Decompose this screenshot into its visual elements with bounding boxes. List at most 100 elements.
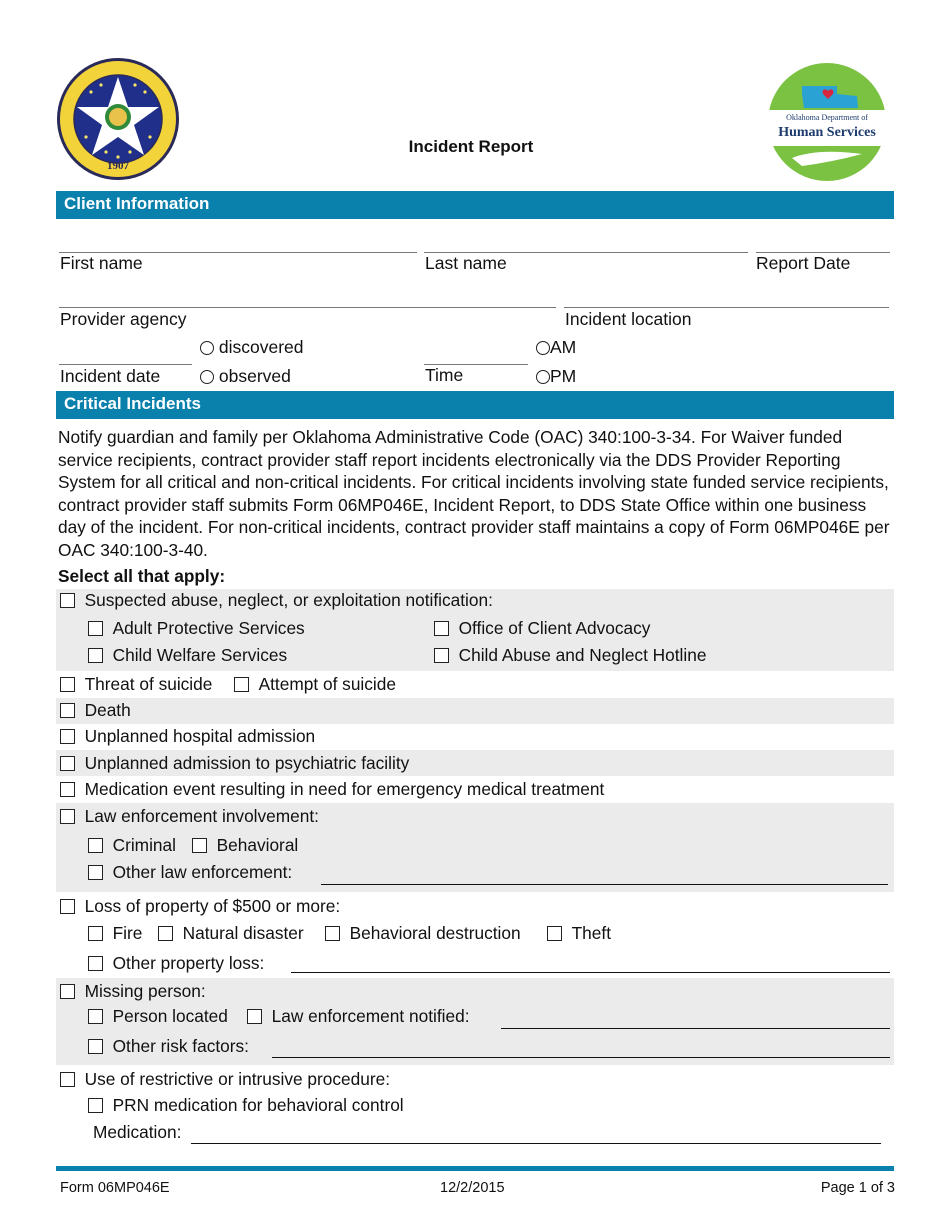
incident-date-label: Incident date xyxy=(60,366,161,386)
checkbox-icon[interactable] xyxy=(60,809,75,824)
checkbox-icon[interactable] xyxy=(88,1098,103,1113)
checkbox-label: Medication event resulting in need for e… xyxy=(84,779,605,799)
checkbox-icon[interactable] xyxy=(60,677,75,692)
checkbox-behavioral[interactable]: Behavioral xyxy=(192,835,298,856)
oklahoma-dhs-logo: Oklahoma Department of Human Services xyxy=(762,62,892,182)
other-law-enforcement-input[interactable] xyxy=(321,884,888,885)
checkbox-death[interactable]: Death xyxy=(60,700,131,721)
checkbox-label: Law enforcement involvement: xyxy=(84,806,319,826)
checkbox-icon[interactable] xyxy=(192,838,207,853)
checkbox-medication-event[interactable]: Medication event resulting in need for e… xyxy=(60,779,604,800)
checkbox-label: Other law enforcement: xyxy=(112,862,293,882)
checkbox-icon[interactable] xyxy=(434,621,449,636)
radio-observed[interactable]: observed xyxy=(200,366,291,387)
band-death xyxy=(56,698,894,724)
checkbox-icon[interactable] xyxy=(434,648,449,663)
report-date-label: Report Date xyxy=(756,253,851,273)
checkbox-label: Law enforcement notified: xyxy=(271,1006,470,1026)
checkbox-icon[interactable] xyxy=(88,648,103,663)
checkbox-icon[interactable] xyxy=(547,926,562,941)
checkbox-threat-of-suicide[interactable]: Threat of suicide xyxy=(60,674,212,695)
checkbox-psychiatric-admission[interactable]: Unplanned admission to psychiatric facil… xyxy=(60,753,409,774)
checkbox-fire[interactable]: Fire xyxy=(88,923,142,944)
footer-form-number: Form 06MP046E xyxy=(60,1180,170,1196)
radio-discovered[interactable]: discovered xyxy=(200,337,304,358)
checkbox-law-enforcement-notified[interactable]: Law enforcement notified: xyxy=(247,1006,470,1027)
checkbox-child-welfare-services[interactable]: Child Welfare Services xyxy=(88,645,287,666)
checkbox-other-risk-factors[interactable]: Other risk factors: xyxy=(88,1036,249,1057)
checkbox-hospital-admission[interactable]: Unplanned hospital admission xyxy=(60,726,315,747)
instructions-paragraph: Notify guardian and family per Oklahoma … xyxy=(58,427,890,560)
checkbox-prn-medication[interactable]: PRN medication for behavioral control xyxy=(88,1095,404,1116)
checkbox-icon[interactable] xyxy=(60,756,75,771)
checkbox-label: Child Abuse and Neglect Hotline xyxy=(458,645,707,665)
checkbox-behavioral-destruction[interactable]: Behavioral destruction xyxy=(325,923,521,944)
incident-date-input[interactable] xyxy=(59,364,192,365)
checkbox-icon[interactable] xyxy=(88,1039,103,1054)
checkbox-icon[interactable] xyxy=(88,838,103,853)
checkbox-other-law-enforcement[interactable]: Other law enforcement: xyxy=(88,862,292,883)
checkbox-icon[interactable] xyxy=(325,926,340,941)
checkbox-person-located[interactable]: Person located xyxy=(88,1006,228,1027)
other-property-loss-input[interactable] xyxy=(291,972,890,973)
checkbox-property-loss[interactable]: Loss of property of $500 or more: xyxy=(60,896,340,917)
select-all-label: Select all that apply: xyxy=(58,566,226,586)
checkbox-attempt-of-suicide[interactable]: Attempt of suicide xyxy=(234,674,396,695)
other-risk-factors-input[interactable] xyxy=(272,1057,890,1058)
checkbox-criminal[interactable]: Criminal xyxy=(88,835,176,856)
checkbox-icon[interactable] xyxy=(60,1072,75,1087)
radio-am-label: AM xyxy=(550,337,577,357)
checkbox-icon[interactable] xyxy=(60,984,75,999)
radio-button-icon[interactable] xyxy=(536,370,550,384)
checkbox-icon[interactable] xyxy=(60,782,75,797)
checkbox-label: Adult Protective Services xyxy=(112,618,305,638)
law-enforcement-notified-input[interactable] xyxy=(501,1028,890,1029)
checkbox-law-enforcement[interactable]: Law enforcement involvement: xyxy=(60,806,319,827)
checkbox-icon[interactable] xyxy=(60,703,75,718)
checkbox-label: Other risk factors: xyxy=(112,1036,249,1056)
checkbox-other-property-loss[interactable]: Other property loss: xyxy=(88,953,264,974)
radio-button-icon[interactable] xyxy=(536,341,550,355)
checkbox-icon[interactable] xyxy=(88,621,103,636)
radio-button-icon[interactable] xyxy=(200,341,214,355)
medication-input[interactable] xyxy=(191,1143,881,1144)
checkbox-adult-protective-services[interactable]: Adult Protective Services xyxy=(88,618,305,639)
radio-button-icon[interactable] xyxy=(200,370,214,384)
footer-divider xyxy=(56,1166,894,1171)
checkbox-label: Unplanned hospital admission xyxy=(84,726,316,746)
checkbox-icon[interactable] xyxy=(88,1009,103,1024)
checkbox-label: Criminal xyxy=(112,835,176,855)
checkbox-label: Other property loss: xyxy=(112,953,265,973)
checkbox-icon[interactable] xyxy=(60,593,75,608)
checkbox-office-of-client-advocacy[interactable]: Office of Client Advocacy xyxy=(434,618,650,639)
checkbox-child-abuse-hotline[interactable]: Child Abuse and Neglect Hotline xyxy=(434,645,706,666)
checkbox-missing-person[interactable]: Missing person: xyxy=(60,981,206,1002)
checkbox-label: Unplanned admission to psychiatric facil… xyxy=(84,753,410,773)
checkbox-label: Person located xyxy=(112,1006,228,1026)
svg-text:Human Services: Human Services xyxy=(778,125,876,140)
radio-pm[interactable]: PM xyxy=(536,366,576,387)
checkbox-abuse[interactable]: Suspected abuse, neglect, or exploitatio… xyxy=(60,590,493,611)
checkbox-natural-disaster[interactable]: Natural disaster xyxy=(158,923,304,944)
checkbox-icon[interactable] xyxy=(234,677,249,692)
incident-location-input[interactable] xyxy=(564,307,889,308)
checkbox-icon[interactable] xyxy=(88,956,103,971)
checkbox-icon[interactable] xyxy=(88,926,103,941)
checkbox-label: Child Welfare Services xyxy=(112,645,288,665)
oklahoma-state-seal-logo: 1907 xyxy=(56,57,180,181)
checkbox-label: Behavioral destruction xyxy=(349,923,521,943)
provider-agency-input[interactable] xyxy=(59,307,556,308)
section-header-critical-incidents: Critical Incidents xyxy=(56,391,894,419)
radio-pm-label: PM xyxy=(550,366,577,386)
checkbox-restrictive-procedure[interactable]: Use of restrictive or intrusive procedur… xyxy=(60,1069,390,1090)
checkbox-icon[interactable] xyxy=(247,1009,262,1024)
checkbox-label: Office of Client Advocacy xyxy=(458,618,651,638)
last-name-label: Last name xyxy=(425,253,507,273)
checkbox-icon[interactable] xyxy=(60,729,75,744)
checkbox-icon[interactable] xyxy=(158,926,173,941)
checkbox-icon[interactable] xyxy=(88,865,103,880)
checkbox-theft[interactable]: Theft xyxy=(547,923,611,944)
checkbox-icon[interactable] xyxy=(60,899,75,914)
checkbox-label: Behavioral xyxy=(216,835,299,855)
radio-am[interactable]: AM xyxy=(536,337,576,358)
